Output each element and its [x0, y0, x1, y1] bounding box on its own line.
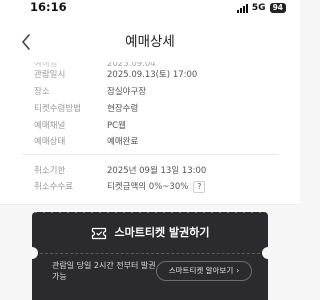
detail-value: PC웹 [107, 121, 126, 131]
detail-value: 2025년 09월 13일 13:00 [107, 166, 207, 176]
detail-label: 취소기한 [34, 166, 66, 176]
detail-value: 티켓금액의 0%~30% [107, 182, 189, 192]
status-time: 16:16 [30, 0, 67, 14]
detail-value: 2025.09.13(토) 17:00 [107, 70, 198, 80]
page-title: 예매상세 [125, 34, 175, 50]
battery-icon: 94 [269, 3, 286, 13]
detail-label: 취소수수료 [34, 182, 74, 192]
ticket-notch-right [262, 247, 274, 259]
header: 예매상세 [0, 16, 300, 68]
detail-row-pickup-method: 티켓수령방법 현장수령 [34, 102, 138, 116]
issue-smart-ticket-button[interactable]: 스마트티켓 발권하기 [32, 220, 268, 246]
ticket-icon [91, 227, 106, 239]
detail-value: 현장수령 [107, 104, 139, 114]
learn-button-label: 스마트티켓 알아보기 [168, 266, 234, 275]
detail-label: 장소 [34, 87, 50, 97]
detail-row-channel: 예매채널 PC웹 [34, 119, 126, 133]
detail-label: 예매상태 [34, 137, 66, 147]
chevron-right-icon: › [236, 266, 240, 275]
issue-button-label: 스마트티켓 발권하기 [114, 226, 210, 239]
detail-label: 관람일시 [34, 70, 66, 80]
detail-row-cancel-deadline: 취소기한 2025년 09월 13일 13:00 [34, 164, 206, 178]
signal-icon [236, 3, 248, 13]
divider [22, 154, 278, 155]
ticket-cut-line [40, 253, 260, 254]
detail-value: 잠실야구장 [107, 87, 147, 97]
ticket-perforation [32, 210, 268, 214]
detail-row-status: 예매상태 예매완료 [34, 135, 138, 149]
detail-value: 예매완료 [107, 137, 139, 147]
ticket-notch-left [26, 247, 38, 259]
reservation-details: 예매일 2025.09.04 관람일시 2025.09.13(토) 17:00 … [0, 62, 300, 205]
network-type: 5G [251, 3, 266, 13]
detail-row-venue: 장소 잠실야구장 [34, 85, 146, 99]
status-indicators: 5G 94 [236, 2, 286, 14]
issue-availability-note: 관람일 당일 2시간 전부터 발권 가능 [52, 261, 156, 281]
learn-smart-ticket-button[interactable]: 스마트티켓 알아보기 › [156, 261, 252, 281]
help-button[interactable]: ? [193, 181, 206, 193]
status-bar: 16:16 5G 94 [0, 0, 300, 16]
detail-label: 티켓수령방법 [34, 104, 81, 114]
detail-row-cancel-fee: 취소수수료 티켓금액의 0%~30% ? [34, 180, 206, 194]
detail-label: 예매채널 [34, 121, 66, 131]
detail-row-datetime: 관람일시 2025.09.13(토) 17:00 [34, 68, 197, 82]
smart-ticket-card: 스마트티켓 발권하기 관람일 당일 2시간 전부터 발권 가능 스마트티켓 알아… [26, 210, 274, 300]
